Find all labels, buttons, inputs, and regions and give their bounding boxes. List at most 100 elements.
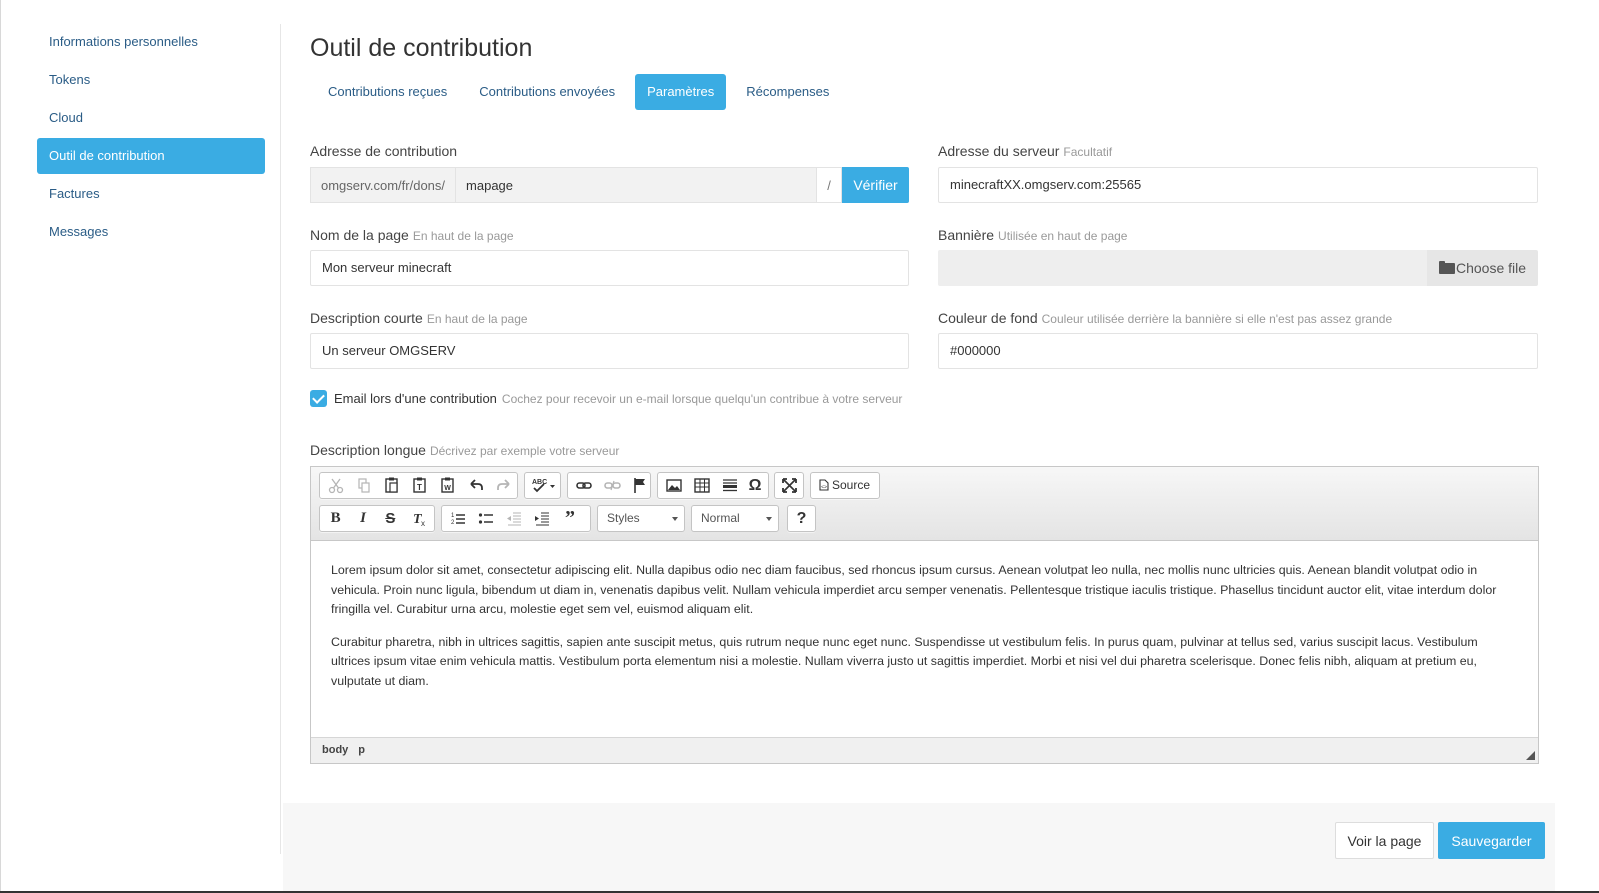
list-group: 12 ” — [441, 505, 591, 532]
sidebar-divider — [280, 24, 281, 854]
italic-icon[interactable]: I — [349, 506, 376, 531]
source-button-label: Source — [832, 478, 871, 492]
source-button[interactable]: <> Source — [813, 473, 876, 498]
sidebar-item-informations-personnelles[interactable]: Informations personnelles — [37, 24, 265, 60]
paste-text-icon[interactable]: T — [406, 473, 434, 498]
folder-open-icon — [1438, 261, 1455, 274]
choose-file-label: Choose file — [1455, 260, 1527, 276]
unlink-icon[interactable] — [598, 473, 626, 498]
rich-text-editor: T W ABC Ω <> Source B I S T x 1 2 ” Styl… — [310, 466, 1539, 764]
editor-content[interactable]: Lorem ipsum dolor sit amet, consectetur … — [311, 541, 1538, 737]
clipboard-group: T W — [319, 472, 518, 499]
banner-file-name-field[interactable] — [938, 250, 1427, 286]
insert-group: Ω — [657, 472, 769, 499]
anchor-flag-icon[interactable] — [626, 473, 654, 498]
contribution-address-input[interactable]: mapage — [456, 167, 816, 203]
basic-styles-group: B I S Tx — [319, 505, 435, 532]
strikethrough-icon[interactable]: S — [377, 506, 404, 531]
server-address-input[interactable]: minecraftXX.omgserv.com:25565 — [938, 167, 1538, 203]
copy-icon[interactable] — [350, 473, 378, 498]
resize-handle-icon[interactable] — [1526, 751, 1535, 760]
svg-text:ABC: ABC — [532, 479, 547, 486]
link-icon[interactable] — [570, 473, 598, 498]
window-left-border — [0, 0, 1, 893]
indent-icon[interactable] — [528, 506, 556, 531]
cut-icon[interactable] — [322, 473, 350, 498]
sidebar-item-messages[interactable]: Messages — [37, 214, 265, 250]
page-name-input[interactable]: Mon serveur minecraft — [310, 250, 909, 286]
paste-word-icon[interactable]: W — [434, 473, 462, 498]
page-name-hint: En haut de la page — [412, 229, 514, 243]
editor-toolbar: T W ABC Ω <> Source B I S T x 1 2 ” Styl… — [311, 467, 1538, 541]
bold-icon[interactable]: B — [322, 506, 349, 531]
server-address-label: Adresse du serveur Facultatif — [938, 143, 1112, 159]
special-character-icon[interactable]: Ω — [744, 473, 766, 498]
long-description-label: Description longue Décrivez par exemple v… — [310, 442, 619, 458]
maximize-icon[interactable] — [777, 473, 802, 498]
format-dropdown-label: Normal — [701, 511, 740, 525]
bulleted-list-icon[interactable] — [472, 506, 500, 531]
contribution-address-label: Adresse de contribution — [310, 143, 457, 159]
banner-label-text: Bannière — [938, 227, 995, 243]
outdent-icon[interactable] — [500, 506, 528, 531]
background-color-label: Couleur de fond Couleur utilisée derrière… — [938, 310, 1392, 326]
tab-bar: Contributions reçues Contributions envoy… — [316, 74, 849, 110]
undo-icon[interactable] — [462, 473, 490, 498]
styles-dropdown-label: Styles — [607, 511, 640, 525]
svg-text:<>: <> — [821, 485, 827, 491]
spellcheck-icon[interactable]: ABC — [527, 473, 559, 498]
styles-dropdown[interactable]: Styles — [597, 505, 685, 532]
editor-paragraph: Curabitur pharetra, nibh in ultrices sag… — [331, 634, 1478, 688]
tab-contributions-envoyees[interactable]: Contributions envoyées — [467, 74, 627, 110]
table-icon[interactable] — [688, 473, 716, 498]
tab-parametres[interactable]: Paramètres — [635, 74, 727, 110]
banner-label: Bannière Utilisée en haut de page — [938, 227, 1127, 243]
banner-file-input: Choose file — [938, 250, 1538, 286]
paste-icon[interactable] — [378, 473, 406, 498]
sidebar-item-tokens[interactable]: Tokens — [37, 62, 265, 98]
tab-contributions-recues[interactable]: Contributions reçues — [316, 74, 459, 110]
background-color-label-text: Couleur de fond — [938, 310, 1038, 326]
element-path-p[interactable]: p — [358, 744, 365, 756]
sidebar-item-cloud[interactable]: Cloud — [37, 100, 265, 136]
contribution-address-group: omgserv.com/fr/dons/ mapage / Vérifier — [310, 167, 909, 203]
help-group: ? — [787, 505, 816, 532]
choose-file-button[interactable]: Choose file — [1427, 250, 1538, 286]
svg-text:x: x — [421, 519, 425, 528]
svg-text:W: W — [444, 485, 451, 492]
image-icon[interactable] — [660, 473, 688, 498]
server-address-label-text: Adresse du serveur — [938, 143, 1060, 159]
redo-icon[interactable] — [490, 473, 518, 498]
contribution-address-label-text: Adresse de contribution — [310, 143, 458, 159]
help-icon[interactable]: ? — [790, 506, 813, 531]
page-title: Outil de contribution — [310, 34, 533, 62]
blockquote-icon[interactable]: ” — [556, 506, 584, 531]
sidebar-item-factures[interactable]: Factures — [37, 176, 265, 212]
element-path-body[interactable]: body — [322, 744, 348, 756]
horizontal-rule-icon[interactable] — [716, 473, 744, 498]
background-color-input[interactable]: #000000 — [938, 333, 1538, 369]
editor-paragraph: Lorem ipsum dolor sit amet, consectetur … — [331, 563, 1497, 617]
editor-element-path: body p — [311, 737, 1538, 763]
chevron-down-icon — [672, 517, 678, 521]
page-name-label-text: Nom de la page — [310, 227, 409, 243]
format-dropdown[interactable]: Normal — [691, 505, 779, 532]
verify-button[interactable]: Vérifier — [842, 167, 909, 203]
save-button[interactable]: Sauvegarder — [1438, 822, 1545, 859]
short-description-hint: En haut de la page — [426, 312, 528, 326]
svg-text:1: 1 — [451, 513, 455, 519]
view-page-button[interactable]: Voir la page — [1335, 822, 1434, 859]
email-on-contribution-checkbox[interactable] — [310, 390, 327, 407]
tab-recompenses[interactable]: Récompenses — [734, 74, 841, 110]
background-color-hint: Couleur utilisée derrière la bannière si… — [1041, 312, 1393, 326]
maximize-group — [774, 472, 804, 499]
numbered-list-icon[interactable]: 12 — [444, 506, 472, 531]
email-on-contribution-hint: Cochez pour recevoir un e-mail lorsque q… — [501, 392, 903, 406]
source-icon: <> — [819, 479, 829, 491]
email-on-contribution-label: Email lors d'une contribution Cochez pour… — [334, 391, 902, 406]
short-description-input[interactable]: Un serveur OMGSERV — [310, 333, 909, 369]
long-description-label-text: Description longue — [310, 442, 426, 458]
remove-format-icon[interactable]: Tx — [404, 506, 432, 531]
sidebar-item-outil-de-contribution[interactable]: Outil de contribution — [37, 138, 265, 174]
banner-hint: Utilisée en haut de page — [998, 229, 1128, 243]
